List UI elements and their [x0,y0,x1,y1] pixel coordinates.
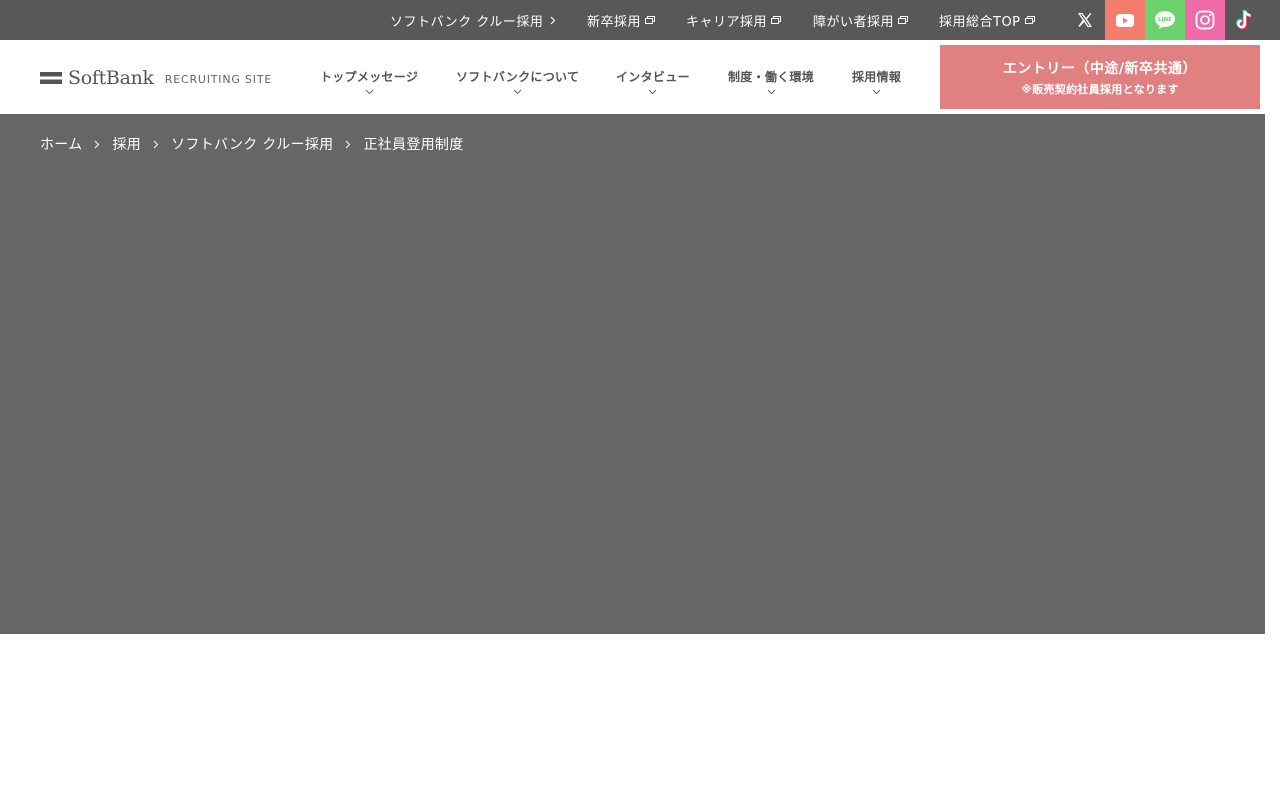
nav-label: 採用情報 [852,70,902,84]
nav-top-message[interactable]: トップメッセージ [320,68,418,95]
crew-recruit-label: ソフトバンク クルー採用 [390,14,544,30]
nav-interview[interactable]: インタビュー [616,68,690,95]
chevron-right-icon [345,140,351,149]
career-link[interactable]: キャリア採用 [686,0,782,40]
logo-text: SoftBank [68,67,154,89]
disability-recruit-link[interactable]: 障がい者採用 [813,0,909,40]
new-grad-link[interactable]: 新卒採用 [587,0,656,40]
external-window-icon [1024,16,1035,24]
softbank-logo-mark-icon [40,70,62,86]
chevron-down-icon [872,89,881,95]
softbank-logo[interactable]: SoftBank RECRUITING SITE [40,66,272,90]
chevron-right-icon [153,140,159,149]
external-window-icon [898,16,909,24]
line-icon[interactable]: LINE [1145,0,1185,40]
external-window-icon [645,16,656,24]
entry-button-label: エントリー（中途/新卒共通） [1002,60,1198,77]
nav-about-softbank[interactable]: ソフトバンクについて [456,68,579,95]
nav-label: インタビュー [616,70,690,84]
chevron-right-icon [94,140,100,149]
logo-subtitle: RECRUITING SITE [164,73,273,86]
recruit-top-link[interactable]: 採用総合TOP [939,0,1035,40]
entry-button[interactable]: エントリー（中途/新卒共通） ※販売契約社員採用となります [940,45,1260,109]
breadcrumb-home[interactable]: ホーム [40,134,82,154]
breadcrumb-recruit[interactable]: 採用 [112,134,141,154]
breadcrumb: ホーム 採用 ソフトバンク クルー採用 正社員登用制度 [40,134,464,154]
chevron-down-icon [648,89,657,95]
youtube-icon[interactable] [1105,0,1145,40]
breadcrumb-current: 正社員登用制度 [363,137,464,153]
nav-recruit-info[interactable]: 採用情報 [852,68,901,95]
x-icon[interactable] [1065,0,1105,40]
breadcrumb-crew-recruit[interactable]: ソフトバンク クルー採用 [171,134,333,154]
disability-recruit-label: 障がい者採用 [813,14,895,30]
external-window-icon [771,16,782,24]
chevron-down-icon [513,89,522,95]
chevron-right-icon [550,16,556,25]
main-header: SoftBank RECRUITING SITE トップメッセージ ソフトバンク… [0,40,1280,114]
utility-bar: ソフトバンク クルー採用 新卒採用 キャリア採用 障がい者採用 採用総合TOP [0,0,1280,40]
crew-recruit-link[interactable]: ソフトバンク クルー採用 [390,0,556,40]
svg-text:LINE: LINE [1158,17,1172,23]
chevron-down-icon [767,89,776,95]
nav-label: 制度・働く環境 [728,70,815,84]
instagram-icon[interactable] [1185,0,1225,40]
recruit-top-label: 採用総合TOP [939,14,1021,30]
nav-system-environment[interactable]: 制度・働く環境 [728,68,814,95]
tiktok-icon[interactable] [1225,0,1265,40]
hero-banner: ホーム 採用 ソフトバンク クルー採用 正社員登用制度 [0,114,1265,634]
career-label: キャリア採用 [686,14,768,30]
nav-label: トップメッセージ [320,70,419,84]
chevron-down-icon [365,89,374,95]
new-grad-label: 新卒採用 [587,14,642,30]
nav-label: ソフトバンクについて [456,70,580,84]
entry-button-note: ※販売契約社員採用となります [1021,82,1179,96]
